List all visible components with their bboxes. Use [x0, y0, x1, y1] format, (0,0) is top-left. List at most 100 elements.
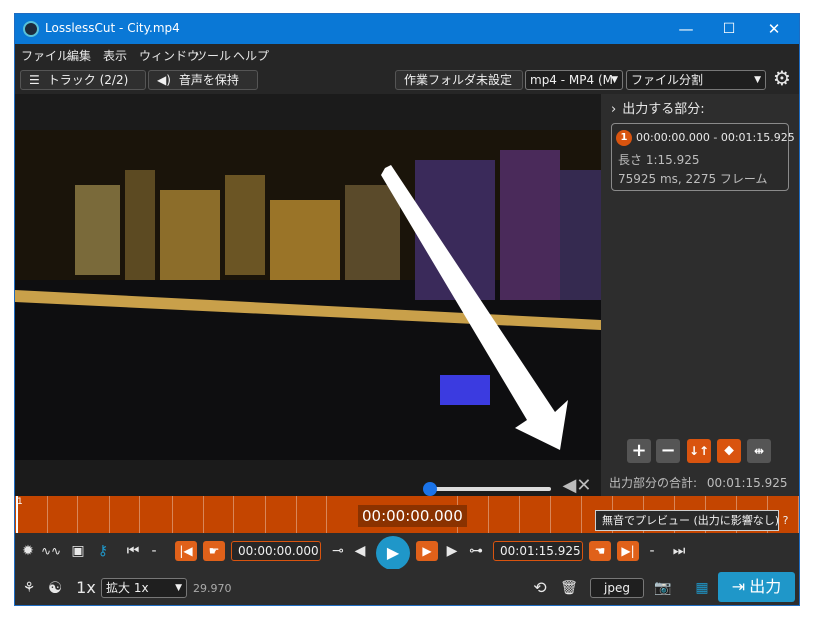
play-selection-button[interactable]: ▶ [416, 541, 438, 561]
volume-knob[interactable] [423, 482, 437, 496]
timeline-tick [172, 496, 173, 533]
prev-frame-icon[interactable]: ◀ [353, 541, 367, 561]
segment-frames: 75925 ms, 2275 フレーム [618, 172, 768, 186]
prev-keyframe-icon[interactable]: ⊸ [327, 541, 349, 561]
segments-header[interactable]: › 出力する部分: [611, 98, 705, 117]
next-frame-icon[interactable]: ▶ [445, 541, 459, 561]
jump-to-start-icon[interactable]: ⏮ [125, 541, 141, 561]
camera-icon[interactable]: 📷 [652, 578, 674, 598]
format-select[interactable]: mp4 - MP4 (M ▼ [525, 70, 623, 90]
total-duration: 出力部分の合計: 00:01:15.925 [609, 474, 788, 491]
calendar-icon[interactable]: ▦ [691, 578, 713, 598]
capture-format-select[interactable]: jpeg [590, 578, 644, 598]
timeline-tick [139, 496, 140, 533]
timeline-tick [550, 496, 551, 533]
jump-to-cut-end-button[interactable]: ▶| [617, 541, 639, 561]
timeline-tick [47, 496, 48, 533]
working-folder-button[interactable]: 作業フォルダ未設定 [395, 70, 523, 90]
next-keyframe-icon[interactable]: ⊶ [465, 541, 487, 561]
export-icon: ⇥ [731, 577, 746, 596]
chevron-right-icon: › [611, 102, 617, 117]
playhead[interactable] [16, 496, 18, 533]
app-window: LosslessCut - City.mp4 — ☐ ✕ ファイル 編集 表示 … [14, 13, 800, 606]
timeline-tick [488, 496, 489, 533]
timeline-tick [109, 496, 110, 533]
menu-file[interactable]: ファイル [21, 47, 69, 64]
export-button[interactable]: ⇥ 出力 [718, 572, 795, 602]
toolbar: ☰ トラック (2/2) ◀) 音声を保持 作業フォルダ未設定 mp4 - MP4 … [15, 66, 799, 94]
keep-audio-label: 音声を保持 [178, 73, 239, 87]
thumbnails-icon[interactable]: ▣ [67, 541, 89, 561]
mute-preview-icon[interactable]: ◀✕ [561, 476, 593, 496]
timeline-tick [203, 496, 204, 533]
tag-icon[interactable]: ⬥ [717, 439, 741, 463]
timeline-tick [77, 496, 78, 533]
jump-to-end-icon[interactable]: ⏭ [671, 541, 687, 561]
chevron-down-icon: ▼ [611, 75, 618, 85]
playback-controls: ✹ ∿∿ ▣ ⚷ ⏮ - |◀ ☛ 00:00:00.000 ⊸ ◀ ▶ ▶ ▶… [15, 533, 799, 570]
play-button[interactable]: ▶ [376, 536, 410, 570]
zoom-value: 拡大 1x [106, 581, 149, 595]
set-cut-start-button[interactable]: ☛ [203, 541, 225, 561]
video-frame[interactable] [15, 130, 601, 460]
segments-panel: › 出力する部分: 1 00:00:00.000 - 00:01:15.925 長… [601, 94, 799, 496]
timeline-tick [581, 496, 582, 533]
menu-bar: ファイル 編集 表示 ウィンドウ ツール ヘルプ [15, 44, 799, 66]
dash-separator: - [151, 543, 157, 559]
timeline-tick [519, 496, 520, 533]
playback-speed[interactable]: 1x [75, 578, 97, 598]
minimize-button[interactable]: — [667, 14, 705, 44]
segment-card[interactable]: 1 00:00:00.000 - 00:01:15.925 長さ 1:15.92… [611, 123, 795, 191]
list-icon: ☰ [29, 73, 40, 87]
timeline-tick [798, 496, 799, 533]
segment-duration: 長さ 1:15.925 [618, 153, 700, 167]
menu-tools[interactable]: ツール [195, 47, 231, 64]
chevron-down-icon: ▼ [175, 583, 182, 593]
keep-audio-button[interactable]: ◀) 音声を保持 [148, 70, 258, 90]
menu-help[interactable]: ヘルプ [233, 47, 269, 64]
segment-tree-icon[interactable]: ⚘ [19, 578, 39, 598]
menu-view[interactable]: 表示 [103, 47, 127, 64]
jump-to-cut-start-button[interactable]: |◀ [175, 541, 197, 561]
chevron-down-icon: ▼ [754, 75, 761, 85]
play-icon: ▶ [386, 543, 400, 562]
menu-window[interactable]: ウィンドウ [139, 47, 199, 64]
timeline-tick [233, 496, 234, 533]
split-segment-button[interactable]: ⇹ [747, 439, 771, 463]
current-time-display: 00:00:00.000 [358, 505, 467, 527]
tracks-button[interactable]: ☰ トラック (2/2) [20, 70, 146, 90]
set-cut-end-button[interactable]: ☚ [589, 541, 611, 561]
segment-range: 00:00:00.000 - 00:01:15.925 [636, 131, 795, 144]
mode-select[interactable]: ファイル分割 ▼ [626, 70, 766, 90]
total-value: 00:01:15.925 [706, 476, 788, 490]
volume-slider[interactable] [423, 482, 553, 496]
menu-edit[interactable]: 編集 [67, 47, 91, 64]
zoom-select[interactable]: 拡大 1x ▼ [101, 578, 187, 598]
add-segment-button[interactable]: + [627, 439, 651, 463]
cut-end-time-input[interactable]: 00:01:15.925 [493, 541, 583, 561]
key-icon[interactable]: ⚷ [93, 541, 113, 561]
gear-icon[interactable]: ⚙ [770, 68, 794, 88]
tracks-label: トラック (2/2) [47, 73, 129, 87]
rotate-icon[interactable]: ⟲ [529, 578, 551, 598]
title-bar: LosslessCut - City.mp4 — ☐ ✕ [15, 14, 799, 44]
mute-tooltip: 無音でプレビュー (出力に影響なし) ? [595, 510, 788, 531]
window-title: LosslessCut - City.mp4 [45, 21, 180, 35]
sort-segments-button[interactable]: ↓↑ [687, 439, 711, 463]
trash-icon[interactable]: 🗑 [559, 578, 579, 598]
yin-yang-icon[interactable]: ☯ [45, 578, 65, 598]
total-label: 出力部分の合計: [609, 476, 698, 490]
volume-track [427, 487, 551, 491]
segments-header-label: 出力する部分: [622, 102, 705, 117]
bottom-bar: ⚘ ☯ 1x 拡大 1x ▼ 29.970 ⟲ 🗑 jpeg 📷 ▦ ⇥ 出力 [15, 569, 799, 605]
cut-start-time-input[interactable]: 00:00:00.000 [231, 541, 321, 561]
maximize-button[interactable]: ☐ [710, 14, 748, 44]
waveform-icon[interactable]: ∿∿ [39, 541, 63, 561]
speaker-icon: ◀) [157, 73, 171, 87]
export-label: 出力 [749, 577, 782, 596]
close-button[interactable]: ✕ [755, 14, 793, 44]
remove-segment-button[interactable]: − [656, 439, 680, 463]
video-area: ◀✕ [15, 94, 601, 496]
timeline-tick [265, 496, 266, 533]
settings-sun-icon[interactable]: ✹ [19, 541, 37, 561]
